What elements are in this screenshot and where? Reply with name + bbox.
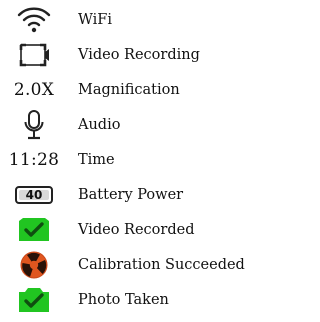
video-recorded-check-icon [4, 212, 64, 248]
photo-taken-check-icon [4, 282, 64, 318]
video-camera-icon [4, 37, 64, 73]
wifi-icon [4, 2, 64, 38]
icon-legend: WiFi Video Recording 2.0X Magnification [0, 0, 263, 322]
microphone-icon [4, 107, 64, 143]
legend-row-video-recorded: Video Recorded [0, 212, 263, 248]
legend-label-photo-taken: Photo Taken [78, 292, 169, 308]
magnification-value: 2.0X [13, 80, 55, 100]
legend-row-wifi: WiFi [0, 2, 263, 38]
legend-label-calibration: Calibration Succeeded [78, 257, 245, 273]
time-indicator: 11:28 [4, 142, 64, 178]
magnification-indicator: 2.0X [4, 72, 64, 108]
legend-row-photo-taken: Photo Taken [0, 282, 263, 318]
legend-row-audio: Audio [0, 107, 263, 143]
legend-label-time: Time [78, 152, 115, 168]
calibration-success-icon [4, 247, 64, 283]
legend-label-wifi: WiFi [78, 12, 112, 28]
battery-icon: 40 [4, 177, 64, 213]
legend-label-magnification: Magnification [78, 82, 180, 98]
legend-row-calibration: Calibration Succeeded [0, 247, 263, 283]
legend-row-video-recording: Video Recording [0, 37, 263, 73]
legend-row-battery: 40 Battery Power [0, 177, 263, 213]
legend-label-video-recording: Video Recording [78, 47, 200, 63]
time-value: 11:28 [8, 150, 60, 170]
battery-level: 40 [25, 188, 43, 202]
legend-row-magnification: 2.0X Magnification [0, 72, 263, 108]
legend-row-time: 11:28 Time [0, 142, 263, 178]
battery-frame: 40 [15, 186, 53, 204]
legend-label-battery: Battery Power [78, 187, 184, 203]
legend-label-video-recorded: Video Recorded [78, 222, 195, 238]
legend-label-audio: Audio [78, 117, 121, 133]
